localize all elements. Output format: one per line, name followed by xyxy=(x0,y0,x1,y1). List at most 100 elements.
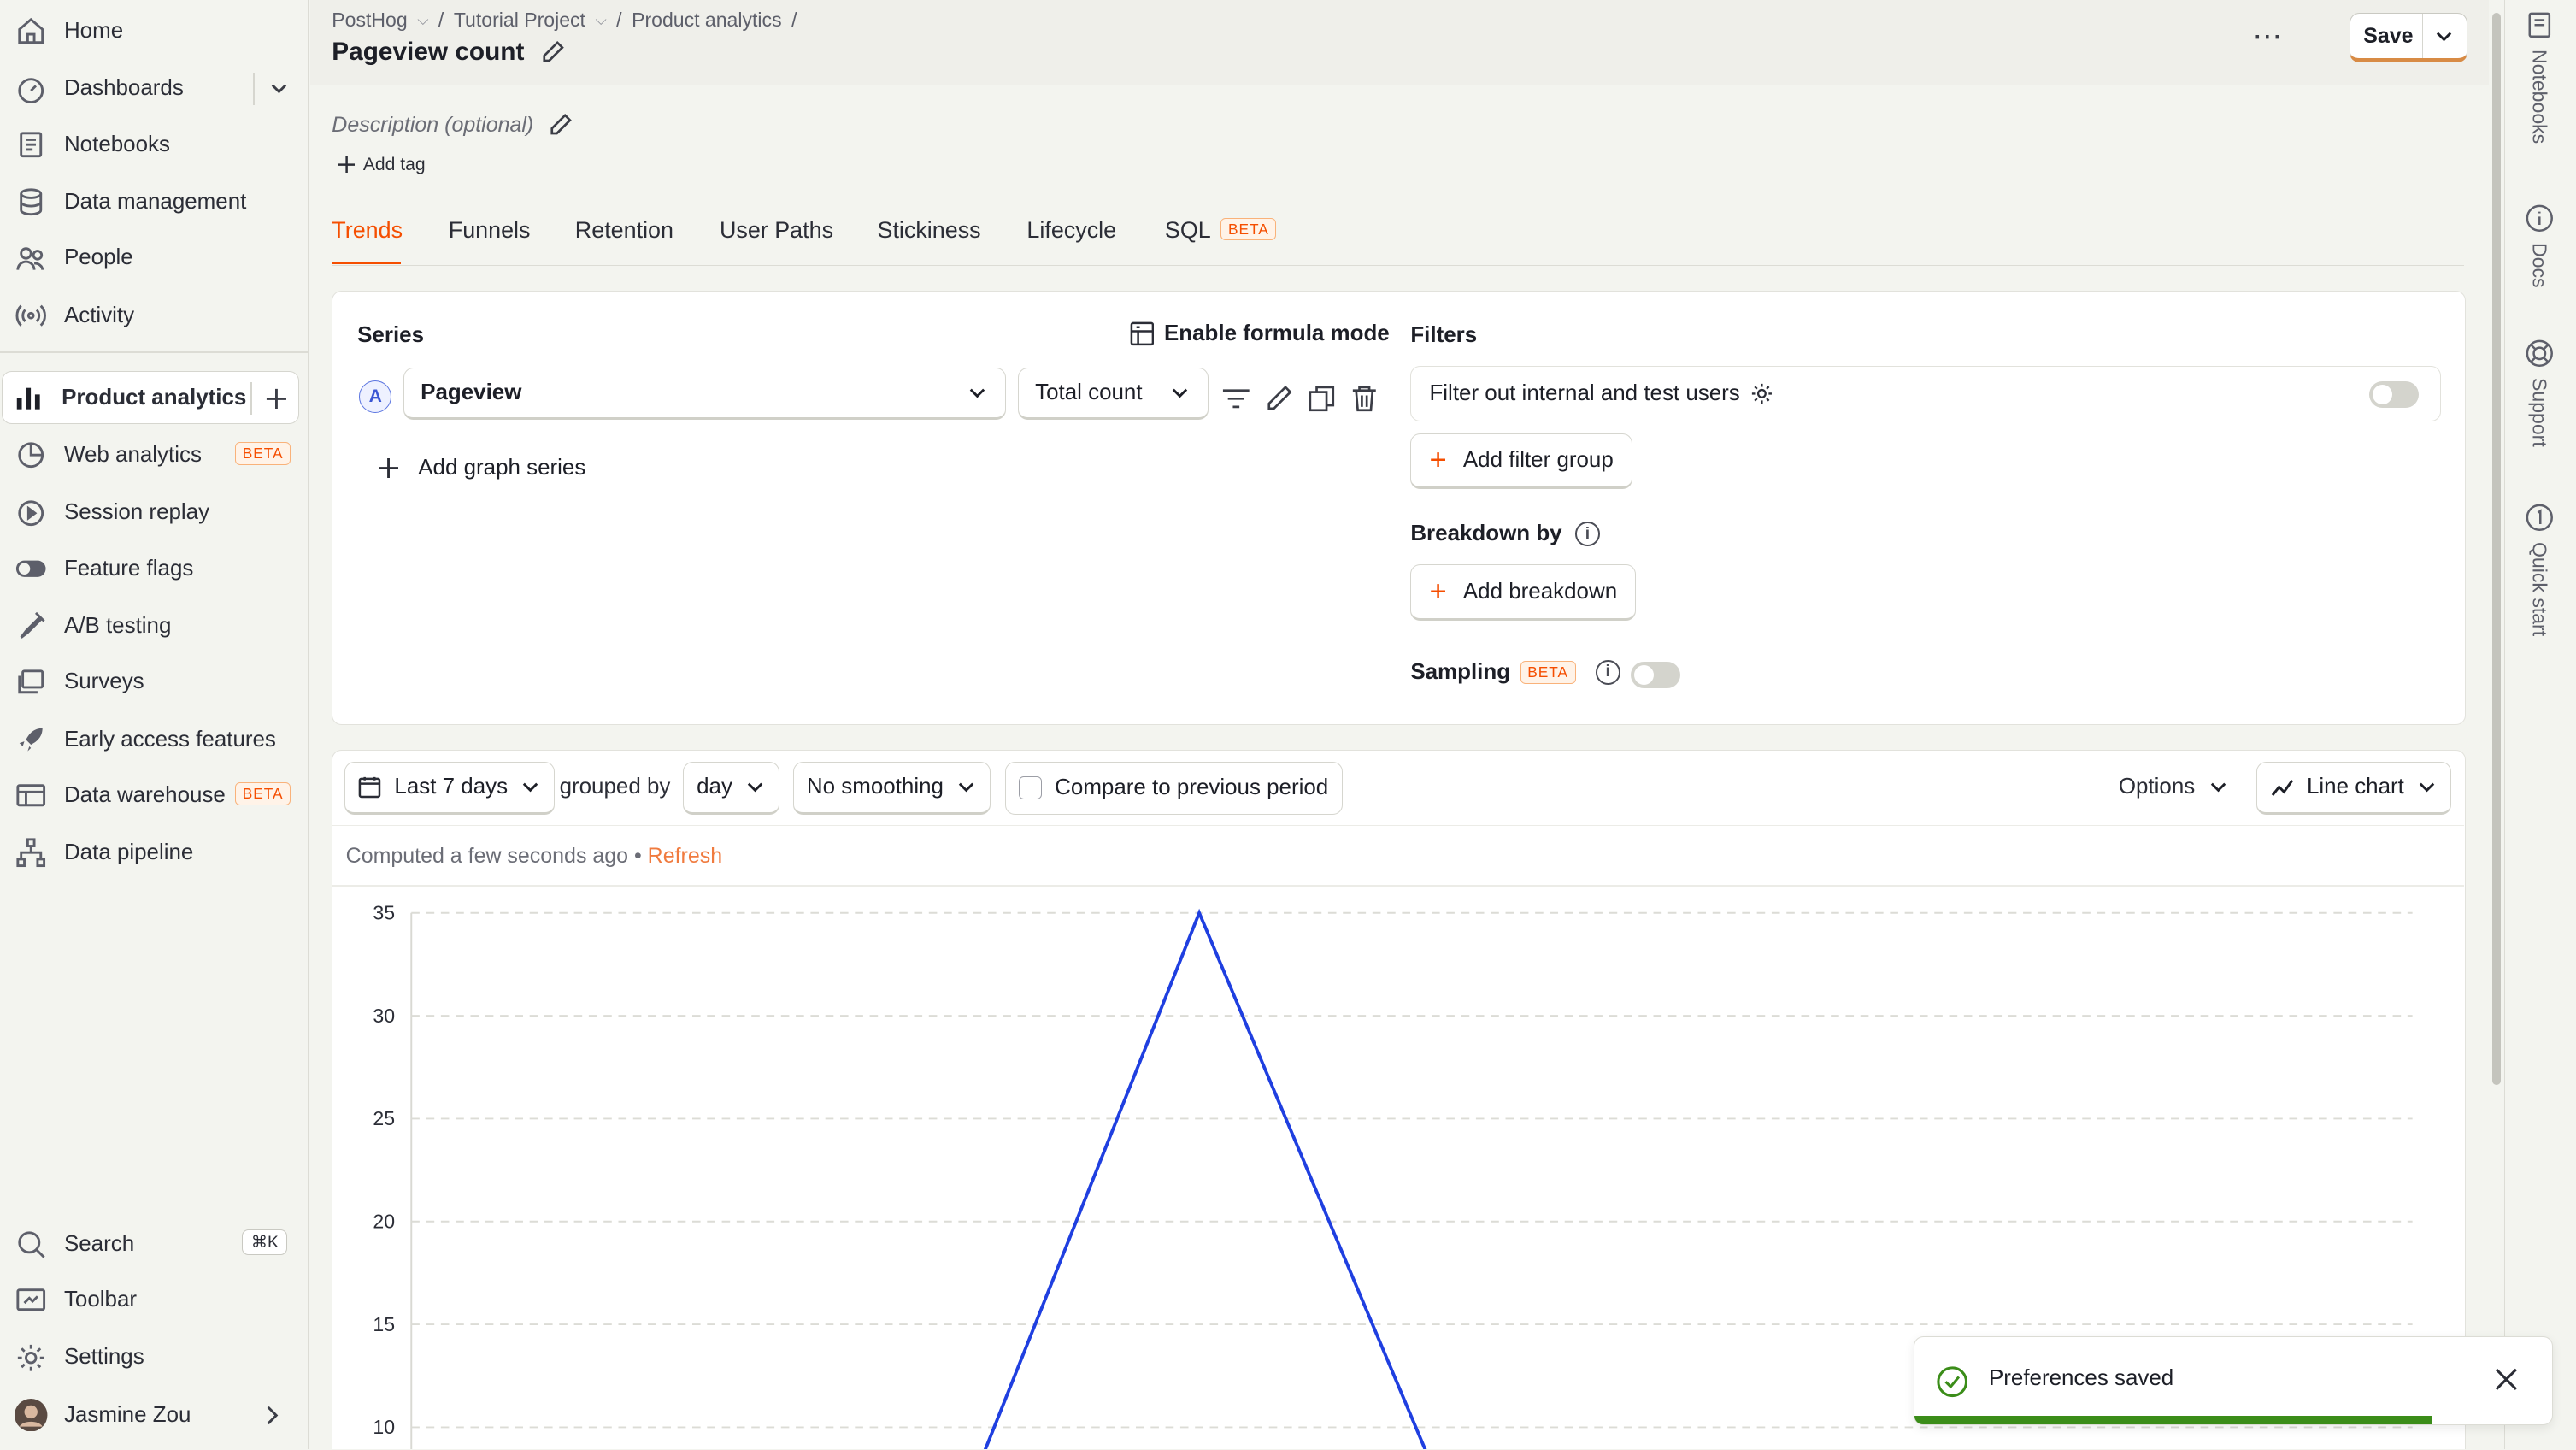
edit-pencil-icon[interactable] xyxy=(539,39,566,66)
aggregation-select[interactable]: Total count xyxy=(1017,367,1209,421)
docs-panel-button[interactable]: Docs xyxy=(2525,203,2555,288)
sidebar-item-session-replay[interactable]: Session replay xyxy=(5,486,301,539)
sidebar-divider xyxy=(0,351,309,354)
sidebar-item-feature-flags[interactable]: Feature flags xyxy=(5,542,301,595)
sampling-heading: Sampling BETA i xyxy=(1410,660,1620,685)
edit-pencil-icon[interactable] xyxy=(1264,384,1294,414)
sidebar-item-label: Toolbar xyxy=(63,1288,138,1312)
sidebar-item-ab-testing[interactable]: A/B testing xyxy=(5,600,301,653)
sidebar-item-data-management[interactable]: Data management xyxy=(5,176,301,229)
scrollbar-thumb[interactable] xyxy=(2492,13,2501,1085)
add-breakdown-button[interactable]: + Add breakdown xyxy=(1410,564,1637,621)
chevron-down-icon[interactable] xyxy=(268,77,291,100)
sidebar-item-product-analytics[interactable]: Product analytics xyxy=(1,371,299,424)
add-filter-group-button[interactable]: + Add filter group xyxy=(1410,433,1632,489)
toast-message: Preferences saved xyxy=(1988,1366,2174,1391)
quick-start-icon xyxy=(2526,504,2553,532)
sidebar-item-data-warehouse[interactable]: Data warehouse BETA xyxy=(5,769,301,822)
chevron-down-icon xyxy=(523,782,538,793)
internal-users-toggle[interactable] xyxy=(2369,381,2419,408)
sidebar-item-web-analytics[interactable]: Web analytics BETA xyxy=(5,429,301,482)
gear-icon[interactable] xyxy=(1750,381,1774,406)
breadcrumb-item[interactable]: Product analytics xyxy=(632,9,782,32)
quick-start-panel-button[interactable]: Quick start xyxy=(2525,503,2555,636)
query-editor-panel: Series Enable formula mode A Pageview To… xyxy=(332,291,2467,725)
trash-icon[interactable] xyxy=(1350,384,1379,414)
sidebar-item-people[interactable]: People xyxy=(5,232,301,285)
tab-trends[interactable]: Trends xyxy=(332,217,403,244)
tab-user-paths[interactable]: User Paths xyxy=(720,217,833,244)
notebooks-panel-button[interactable]: Notebooks xyxy=(2525,10,2555,144)
filter-icon[interactable] xyxy=(1221,384,1251,414)
add-tag-button[interactable]: Add tag xyxy=(338,155,426,175)
plus-icon: + xyxy=(1429,575,1447,608)
interval-select[interactable]: day xyxy=(682,762,779,815)
checkbox[interactable] xyxy=(1018,776,1042,800)
sidebar-item-label: Jasmine Zou xyxy=(63,1402,191,1427)
tab-sql[interactable]: SQL BETA xyxy=(1165,217,1277,244)
save-button[interactable]: Save xyxy=(2349,13,2468,63)
sidebar-item-label: Search xyxy=(63,1231,135,1256)
search-icon xyxy=(15,1228,47,1260)
close-icon[interactable] xyxy=(2493,1366,2520,1393)
chevron-down-icon[interactable] xyxy=(2422,14,2465,59)
sidebar-item-early-access[interactable]: Early access features xyxy=(5,713,301,766)
toolbar-icon xyxy=(15,1283,47,1316)
sidebar-item-data-pipeline[interactable]: Data pipeline xyxy=(5,827,301,880)
event-select[interactable]: Pageview xyxy=(403,367,1007,421)
refresh-link[interactable]: Refresh xyxy=(648,844,722,868)
page-title: Pageview count xyxy=(332,38,565,67)
add-graph-series-button[interactable]: Add graph series xyxy=(379,456,585,480)
plus-icon[interactable] xyxy=(265,387,288,410)
description-field[interactable]: Description (optional) xyxy=(332,112,573,139)
sampling-toggle[interactable] xyxy=(1630,661,1680,688)
sidebar-item-notebooks[interactable]: Notebooks xyxy=(5,118,301,171)
sidebar-item-settings[interactable]: Settings xyxy=(5,1331,301,1384)
sidebar-item-surveys[interactable]: Surveys xyxy=(5,656,301,709)
compare-previous-checkbox[interactable]: Compare to previous period xyxy=(1004,762,1343,815)
breadcrumb-item[interactable]: Tutorial Project xyxy=(454,9,585,32)
sidebar-item-label: Web analytics xyxy=(63,442,202,467)
duplicate-icon[interactable] xyxy=(1307,384,1337,414)
sidebar-item-home[interactable]: Home xyxy=(5,5,301,58)
tab-stickiness[interactable]: Stickiness xyxy=(878,217,981,244)
tab-funnels[interactable]: Funnels xyxy=(449,217,531,244)
sidebar-item-label: Session replay xyxy=(63,500,210,525)
sidebar-item-toolbar[interactable]: Toolbar xyxy=(5,1274,301,1327)
toast-notification: Preferences saved xyxy=(1914,1335,2554,1425)
chart-type-select[interactable]: Line chart xyxy=(2256,762,2451,815)
sidebar-item-label: Activity xyxy=(63,303,135,327)
smoothing-select[interactable]: No smoothing xyxy=(792,762,991,815)
enable-formula-mode-button[interactable]: Enable formula mode xyxy=(1130,321,1390,346)
chevron-down-icon xyxy=(2210,783,2226,793)
date-range-select[interactable]: Last 7 days xyxy=(344,762,555,815)
calculator-icon xyxy=(1130,321,1154,346)
sidebar-item-search[interactable]: Search ⌘K xyxy=(5,1217,301,1270)
people-icon xyxy=(15,242,47,274)
support-panel-button[interactable]: Support xyxy=(2525,339,2555,447)
page-header: PostHog ⌵ / Tutorial Project ⌵ / Product… xyxy=(310,0,2490,85)
grouped-by-label: grouped by xyxy=(559,775,671,799)
edit-pencil-icon[interactable] xyxy=(547,112,573,139)
more-options-icon[interactable]: ⋯ xyxy=(2252,20,2284,54)
sidebar-item-label: Product analytics xyxy=(62,385,247,410)
sidebar-item-dashboards[interactable]: Dashboards xyxy=(5,62,301,115)
active-tab-indicator xyxy=(332,261,402,265)
options-dropdown[interactable]: Options xyxy=(2119,775,2228,799)
toggle-icon xyxy=(15,552,47,585)
main-content: PostHog ⌵ / Tutorial Project ⌵ / Product… xyxy=(310,0,2490,1450)
info-icon xyxy=(2526,204,2553,233)
breadcrumb-item[interactable]: PostHog xyxy=(332,9,407,32)
y-tick-label: 15 xyxy=(373,1313,396,1335)
notebook-icon xyxy=(2528,12,2550,38)
bar-chart-icon xyxy=(12,381,44,414)
series-line[interactable] xyxy=(984,908,1427,1450)
y-tick-label: 25 xyxy=(373,1107,396,1129)
info-icon[interactable]: i xyxy=(1574,522,1600,547)
tab-retention[interactable]: Retention xyxy=(575,217,673,244)
info-icon[interactable]: i xyxy=(1595,659,1620,685)
sidebar-item-activity[interactable]: Activity xyxy=(5,289,301,342)
tab-lifecycle[interactable]: Lifecycle xyxy=(1026,217,1116,244)
filters-heading: Filters xyxy=(1410,322,1478,347)
sidebar-item-user[interactable]: Jasmine Zou xyxy=(5,1388,301,1441)
